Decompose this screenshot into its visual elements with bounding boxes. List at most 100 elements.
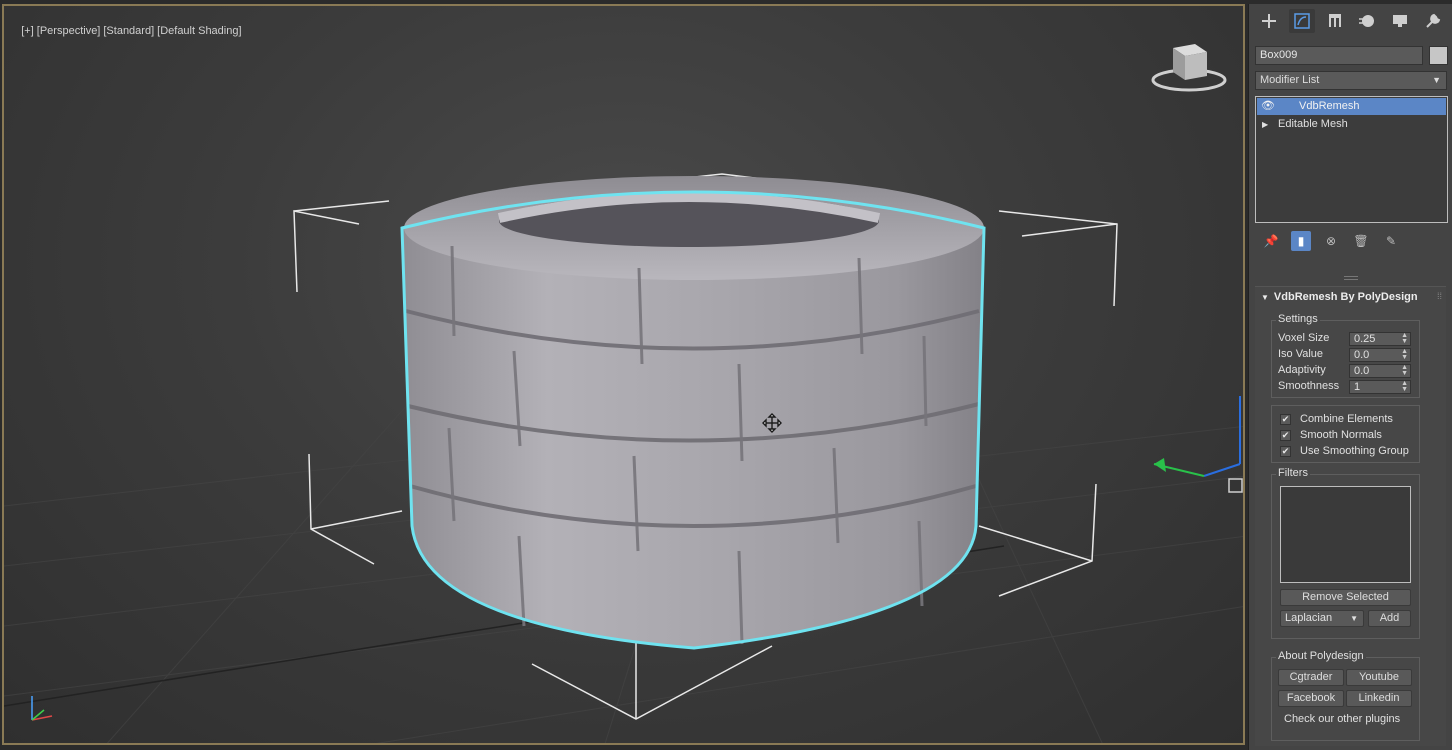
about-group-title: About Polydesign [1276,650,1366,662]
stack-item-vdbremesh[interactable]: 👁 VdbRemesh [1257,98,1446,115]
iso-value-label: Iso Value [1278,348,1324,360]
youtube-button[interactable]: Youtube [1346,669,1412,686]
iso-value-value: 0.0 [1354,349,1370,361]
remove-selected-button[interactable]: Remove Selected [1280,589,1411,606]
modify-tab-icon [1294,13,1310,29]
spinner-arrows-icon[interactable]: ▲ ▼ [1401,380,1408,393]
adaptivity-row: Adaptivity 0.0 ▲ ▼ [1278,364,1418,378]
settings-group-title: Settings [1276,313,1320,325]
eye-icon[interactable]: 👁 [1261,98,1275,115]
utilities-tab[interactable] [1420,9,1446,33]
collapse-triangle-icon: ▼ [1261,293,1269,302]
vdbremesh-rollout: ▼ VdbRemesh By PolyDesign ⁞⁞ Settings Vox… [1255,286,1446,746]
combine-elements-checkbox[interactable]: ✔ Combine Elements [1280,413,1420,427]
remove-modifier-button[interactable]: 🗑 [1351,231,1371,251]
expand-triangle-icon[interactable]: ▶ [1262,116,1268,133]
panel-resize-grip[interactable] [1344,276,1358,280]
display-tab[interactable] [1387,9,1413,33]
smoothness-label: Smoothness [1278,380,1340,392]
iso-value-spinner[interactable]: 0.0 ▲ ▼ [1349,348,1411,362]
rollout-title: VdbRemesh By PolyDesign [1273,291,1418,303]
create-tab[interactable] [1256,9,1282,33]
combine-elements-label: Combine Elements [1300,413,1393,425]
chevron-down-icon: ▼ [1350,614,1358,623]
options-group: ✔ Combine Elements ✔ Smooth Normals ✔ Us… [1271,405,1420,463]
create-tab-icon [1262,14,1277,28]
cgtrader-button[interactable]: Cgtrader [1278,669,1344,686]
voxel-size-label: Voxel Size [1278,332,1330,344]
filters-listbox[interactable] [1280,486,1411,583]
stack-toolbar: 📌 ▮ ⊗ 🗑 ✎ [1255,230,1448,252]
chevron-down-icon: ▼ [1432,75,1441,85]
hierarchy-tab[interactable] [1322,9,1348,33]
adaptivity-spinner[interactable]: 0.0 ▲ ▼ [1349,364,1411,378]
rollout-header[interactable]: ▼ VdbRemesh By PolyDesign [1261,291,1418,303]
utilities-tab-icon [1425,13,1440,28]
viewport-menu-plus[interactable]: [+] [21,25,34,37]
perspective-viewport[interactable]: [+] [Perspective] [Standard] [Default Shadi… [2,4,1245,745]
trash-icon: 🗑 [1353,234,1369,248]
smooth-normals-checkbox[interactable]: ✔ Smooth Normals [1280,429,1420,443]
modifier-stack[interactable]: 👁 VdbRemesh ▶ Editable Mesh [1255,96,1448,223]
modify-tab[interactable] [1288,9,1315,33]
linkedin-button[interactable]: Linkedin [1346,690,1412,707]
voxel-size-row: Voxel Size 0.25 ▲ ▼ [1278,332,1418,346]
filters-group-title: Filters [1276,467,1310,479]
spinner-arrows-icon[interactable]: ▲ ▼ [1401,364,1408,377]
voxel-size-value: 0.25 [1354,333,1376,345]
filter-type-dropdown[interactable]: Laplacian ▼ [1280,610,1364,627]
adaptivity-label: Adaptivity [1278,364,1326,376]
configure-modifier-sets-button[interactable]: ✎ [1381,231,1401,251]
configure-icon: ✎ [1385,234,1397,248]
stack-item-label: Editable Mesh [1278,118,1348,130]
make-unique-button[interactable]: ⊗ [1321,231,1341,251]
checkmark-icon[interactable]: ✔ [1280,430,1291,441]
smoothness-row: Smoothness 1 ▲ ▼ [1278,380,1418,394]
pin-stack-button[interactable]: 📌 [1261,231,1281,251]
filters-group: Filters Remove Selected Laplacian ▼ Add [1271,467,1420,639]
object-name-field[interactable]: Box009 [1255,46,1423,65]
rollout-drag-handle-icon[interactable]: ⁞⁞ [1437,291,1442,301]
motion-tab-icon [1359,15,1375,27]
pin-icon: 📌 [1263,234,1279,248]
about-group: About Polydesign Cgtrader Youtube Facebo… [1271,650,1420,741]
viewport-label[interactable]: [+] [Perspective] [Standard] [Default Shadi… [9,13,245,49]
axis-gizmo-icon [1153,396,1243,493]
smoothness-spinner[interactable]: 1 ▲ ▼ [1349,380,1411,394]
modifier-list-label: Modifier List [1260,74,1320,86]
smooth-normals-label: Smooth Normals [1300,429,1382,441]
voxel-size-spinner[interactable]: 0.25 ▲ ▼ [1349,332,1411,346]
spinner-arrows-icon[interactable]: ▲ ▼ [1401,348,1408,361]
object-color-swatch[interactable] [1429,46,1448,65]
checkmark-icon[interactable]: ✔ [1280,414,1291,425]
smoothness-value: 1 [1354,381,1361,393]
viewport-scene[interactable] [4,6,1245,745]
spinner-arrows-icon[interactable]: ▲ ▼ [1401,332,1408,345]
filter-type-value: Laplacian [1285,612,1333,624]
stone-well-mesh [400,176,986,650]
viewport-shading[interactable]: [Default Shading] [157,25,241,37]
viewport-point-of-view[interactable]: [Perspective] [37,25,101,37]
other-plugins-link[interactable]: Check our other plugins [1284,713,1400,725]
iso-value-row: Iso Value 0.0 ▲ ▼ [1278,348,1418,362]
show-end-result-icon: ▮ [1297,234,1305,248]
display-tab-icon [1392,15,1407,27]
facebook-button[interactable]: Facebook [1278,690,1344,707]
use-smoothing-group-checkbox[interactable]: ✔ Use Smoothing Group [1280,445,1420,459]
add-filter-button[interactable]: Add [1368,610,1411,627]
checkmark-icon[interactable]: ✔ [1280,446,1291,457]
command-panel: Box009 Modifier List ▼ 👁 VdbRemesh ▶ Edi… [1248,4,1452,750]
command-panel-tabs [1249,4,1452,38]
use-smoothing-group-label: Use Smoothing Group [1300,445,1409,457]
modifier-list-dropdown[interactable]: Modifier List ▼ [1255,71,1447,90]
adaptivity-value: 0.0 [1354,365,1370,377]
motion-tab[interactable] [1354,9,1380,33]
viewport-standard[interactable]: [Standard] [103,25,154,37]
stack-item-label: VdbRemesh [1299,100,1360,112]
hierarchy-tab-icon [1328,14,1341,27]
viewcube-icon [1151,44,1227,92]
make-unique-icon: ⊗ [1325,234,1337,248]
settings-group: Settings Voxel Size 0.25 ▲ ▼ Iso Value 0.0… [1271,313,1420,398]
stack-item-editable-mesh[interactable]: ▶ Editable Mesh [1256,116,1447,133]
show-end-result-button[interactable]: ▮ [1291,231,1311,251]
